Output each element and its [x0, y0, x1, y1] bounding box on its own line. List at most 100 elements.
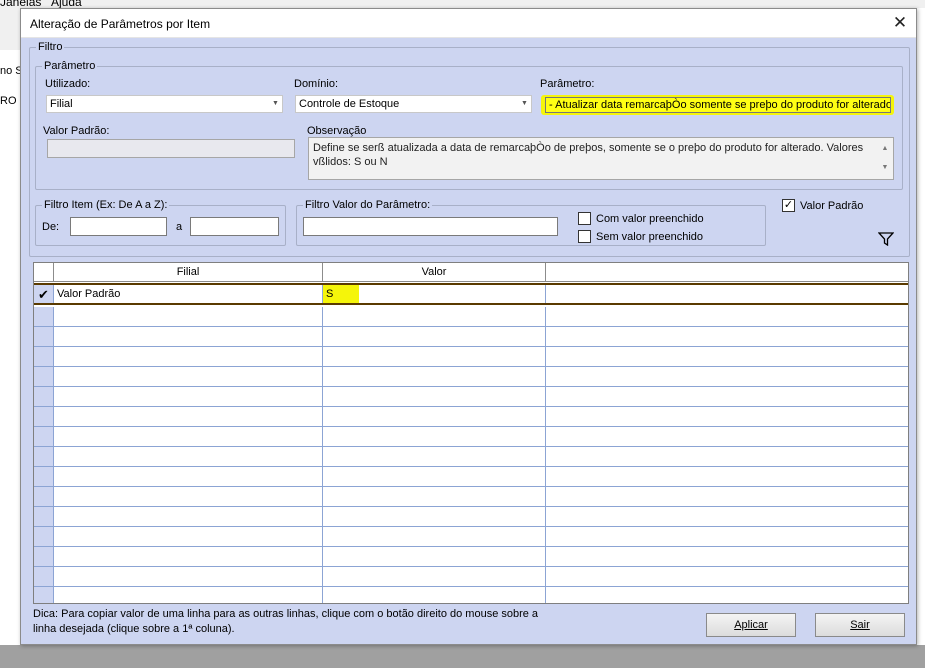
- observacao-text: Define se serß atualizada a data de rema…: [313, 142, 864, 168]
- row-indicator[interactable]: [34, 467, 54, 486]
- table-row[interactable]: [34, 407, 908, 427]
- row-indicator[interactable]: [34, 347, 54, 366]
- cell-valor[interactable]: [323, 527, 546, 546]
- cell-valor[interactable]: [323, 427, 546, 446]
- sem-valor-checkbox[interactable]: [578, 230, 591, 243]
- cell-filial[interactable]: [54, 367, 323, 386]
- cell-valor[interactable]: [323, 347, 546, 366]
- row-indicator[interactable]: [34, 307, 54, 326]
- table-row[interactable]: [34, 467, 908, 487]
- table-row[interactable]: [34, 327, 908, 347]
- row-indicator[interactable]: [34, 507, 54, 526]
- apply-button[interactable]: Aplicar: [706, 613, 796, 637]
- de-input[interactable]: [70, 217, 167, 236]
- cell-valor[interactable]: [323, 367, 546, 386]
- cell-valor[interactable]: S: [323, 285, 546, 303]
- table-row[interactable]: ✔ Valor Padrão S: [34, 283, 908, 305]
- cell-valor[interactable]: [323, 587, 546, 603]
- row-check-icon[interactable]: ✔: [34, 285, 54, 303]
- cell-filial[interactable]: [54, 447, 323, 466]
- cell-filial[interactable]: [54, 547, 323, 566]
- chevron-down-icon: ▼: [521, 100, 528, 107]
- row-indicator[interactable]: [34, 387, 54, 406]
- table-row[interactable]: [34, 347, 908, 367]
- row-indicator[interactable]: [34, 407, 54, 426]
- cell-filial[interactable]: [54, 507, 323, 526]
- table-row[interactable]: [34, 507, 908, 527]
- table-row[interactable]: [34, 307, 908, 327]
- com-valor-checkbox[interactable]: [578, 212, 591, 225]
- cell-filial[interactable]: [54, 307, 323, 326]
- cell-filial-text: Valor Padrão: [57, 288, 121, 300]
- dialog-titlebar[interactable]: Alteração de Parâmetros por Item ✕: [21, 9, 916, 38]
- table-row[interactable]: [34, 487, 908, 507]
- close-icon[interactable]: ✕: [889, 12, 911, 34]
- utilizado-select[interactable]: Filial ▼: [46, 95, 283, 113]
- table-row[interactable]: [34, 427, 908, 447]
- table-row[interactable]: [34, 587, 908, 603]
- cell-valor[interactable]: [323, 507, 546, 526]
- cell-filial[interactable]: [54, 487, 323, 506]
- parametros-grid: Filial Valor ✔ Valor Padrão S: [33, 262, 909, 604]
- row-indicator[interactable]: [34, 327, 54, 346]
- cell-valor[interactable]: [323, 447, 546, 466]
- cell-filial[interactable]: [54, 427, 323, 446]
- column-header-valor[interactable]: Valor: [323, 263, 546, 282]
- scroll-down-icon[interactable]: ▼: [878, 158, 892, 177]
- parametro-field[interactable]: - Atualizar data remarcaþÒo somente se p…: [545, 97, 891, 113]
- cell-valor[interactable]: [323, 567, 546, 586]
- parametros-dialog: Alteração de Parâmetros por Item ✕ Filtr…: [20, 8, 917, 645]
- row-indicator[interactable]: [34, 567, 54, 586]
- dialog-title: Alteração de Parâmetros por Item: [30, 17, 211, 31]
- table-row[interactable]: [34, 367, 908, 387]
- scroll-up-icon[interactable]: ▲: [878, 139, 892, 158]
- menu-ajuda[interactable]: Ajuda: [51, 0, 82, 8]
- row-indicator[interactable]: [34, 427, 54, 446]
- valor-padrao-check-label: Valor Padrão: [800, 200, 864, 212]
- cell-filial[interactable]: [54, 407, 323, 426]
- exit-button[interactable]: Sair: [815, 613, 905, 637]
- observacao-box: Define se serß atualizada a data de rema…: [308, 137, 894, 180]
- cell-filial[interactable]: [54, 327, 323, 346]
- cell-filial[interactable]: [54, 527, 323, 546]
- cell-valor[interactable]: [323, 467, 546, 486]
- filtro-valor-input[interactable]: [303, 217, 558, 236]
- cell-filial[interactable]: [54, 567, 323, 586]
- table-row[interactable]: [34, 387, 908, 407]
- grid-header: Filial Valor: [34, 263, 908, 282]
- row-indicator[interactable]: [34, 367, 54, 386]
- row-indicator[interactable]: [34, 447, 54, 466]
- table-row[interactable]: [34, 447, 908, 467]
- column-header-filial[interactable]: Filial: [54, 263, 323, 282]
- row-indicator[interactable]: [34, 587, 54, 603]
- a-input[interactable]: [190, 217, 279, 236]
- filter-icon[interactable]: [878, 232, 894, 246]
- filtro-legend: Filtro: [36, 41, 65, 53]
- row-indicator[interactable]: [34, 527, 54, 546]
- cell-filial[interactable]: [54, 587, 323, 603]
- table-row[interactable]: [34, 567, 908, 587]
- sem-valor-label: Sem valor preenchido: [596, 231, 704, 243]
- cell-filial[interactable]: Valor Padrão: [54, 285, 323, 303]
- background-bottom-area: [0, 645, 925, 668]
- cell-valor[interactable]: [323, 387, 546, 406]
- cell-filial[interactable]: [54, 467, 323, 486]
- cell-valor[interactable]: [323, 307, 546, 326]
- checkmark-icon: ✔: [38, 287, 49, 302]
- filtro-valor-legend: Filtro Valor do Parâmetro:: [303, 199, 433, 211]
- com-valor-label: Com valor preenchido: [596, 213, 704, 225]
- table-row[interactable]: [34, 527, 908, 547]
- cell-valor[interactable]: [323, 327, 546, 346]
- row-indicator[interactable]: [34, 487, 54, 506]
- cell-valor[interactable]: [323, 407, 546, 426]
- row-indicator[interactable]: [34, 547, 54, 566]
- menu-janelas[interactable]: Janelas: [0, 0, 41, 8]
- cell-valor[interactable]: [323, 547, 546, 566]
- table-row[interactable]: [34, 547, 908, 567]
- cell-filial[interactable]: [54, 387, 323, 406]
- observacao-scrollbar[interactable]: ▲ ▼: [878, 139, 892, 178]
- dominio-select[interactable]: Controle de Estoque ▼: [295, 95, 532, 113]
- cell-valor[interactable]: [323, 487, 546, 506]
- cell-filial[interactable]: [54, 347, 323, 366]
- valor-padrao-checkbox[interactable]: ✓: [782, 199, 795, 212]
